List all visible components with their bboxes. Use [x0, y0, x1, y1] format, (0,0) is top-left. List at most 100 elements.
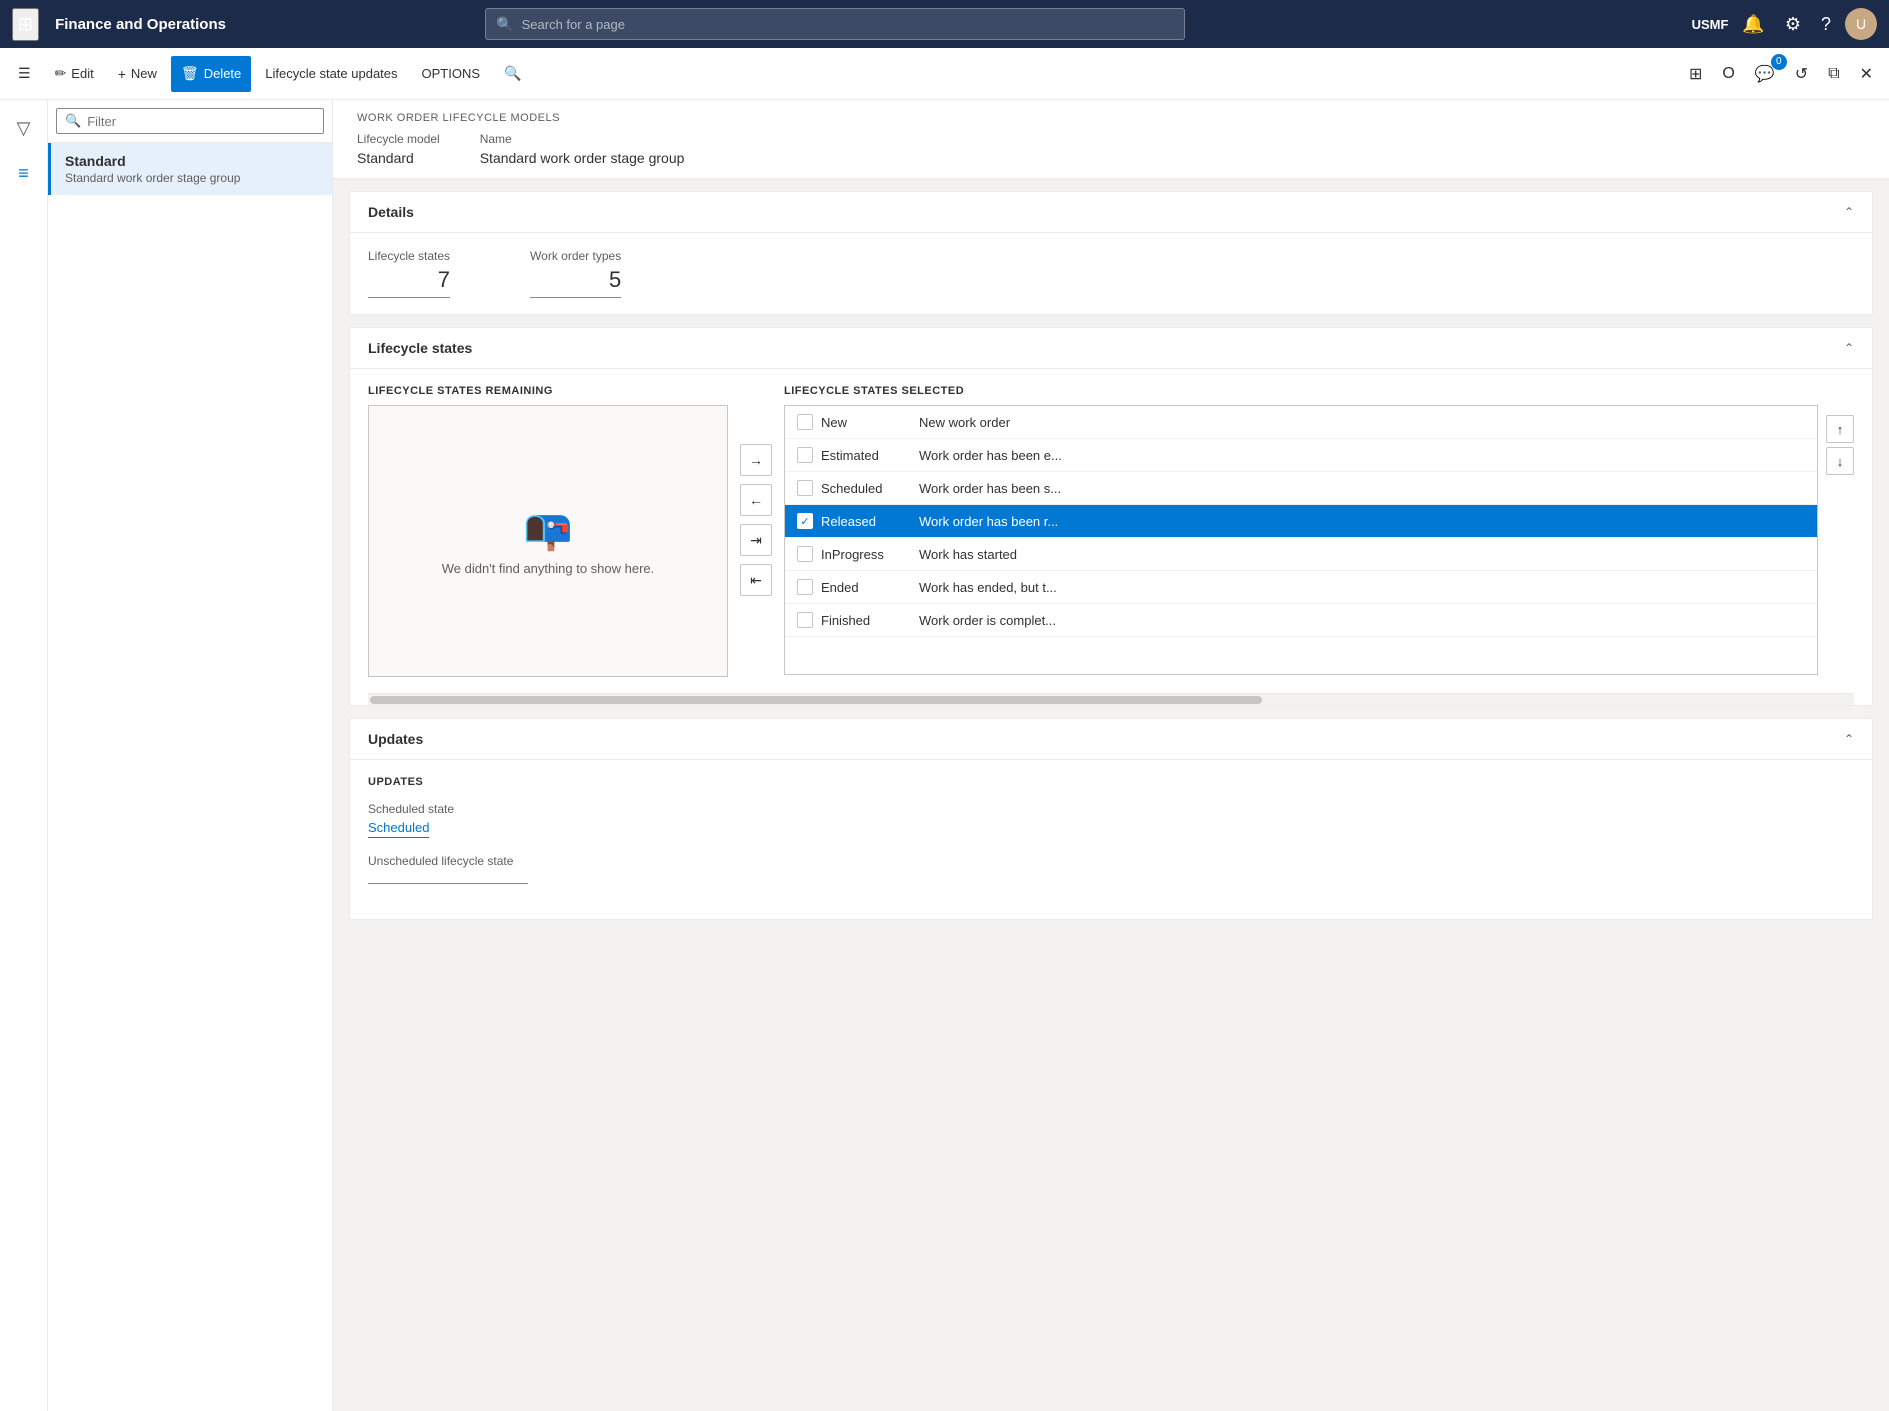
unscheduled-field: Unscheduled lifecycle state [368, 854, 1854, 887]
remove-from-selected-button[interactable]: ← [740, 484, 772, 516]
search-bar[interactable]: 🔍 [485, 8, 1185, 40]
scheduled-state-field: Scheduled state Scheduled [368, 802, 1854, 838]
plus-icon: + [118, 66, 126, 82]
sidebar-list-icon[interactable]: ≡ [8, 153, 39, 194]
page-header-fields: Lifecycle model Standard Name Standard w… [357, 132, 1865, 166]
lc-check-scheduled [797, 480, 813, 496]
updates-section-card: Updates ⌃ UPDATES Scheduled state Schedu… [349, 718, 1873, 920]
lc-desc-scheduled: Work order has been s... [919, 481, 1061, 496]
cmd-right-actions: ⊞ O 💬 0 ↺ ⧉ ✕ [1681, 58, 1881, 90]
command-bar: ☰ ✏ Edit + New 🗑 Delete Lifecycle state … [0, 48, 1889, 100]
lifecycle-columns: LIFECYCLE STATES REMAINING 📭 We didn't f… [368, 385, 1854, 677]
top-nav-bar: ⊞ Finance and Operations 🔍 USMF 🔔 ⚙ ? U [0, 0, 1889, 48]
left-sidebar: ▽ ≡ [0, 100, 48, 1411]
unscheduled-value[interactable] [368, 881, 528, 884]
office-icon[interactable]: O [1714, 59, 1742, 89]
scheduled-state-label: Scheduled state [368, 802, 1854, 816]
empty-box-text: We didn't find anything to show here. [442, 561, 655, 576]
lc-check-ended [797, 579, 813, 595]
lifecycle-empty-state: 📭 We didn't find anything to show here. [369, 406, 727, 676]
details-section-card: Details ⌃ Lifecycle states 7 Work order … [349, 191, 1873, 315]
new-button[interactable]: + New [108, 56, 167, 92]
edit-button[interactable]: ✏ Edit [45, 56, 104, 92]
lifecycle-selected-panel-inner: LIFECYCLE STATES SELECTED New New work o… [784, 385, 1818, 675]
lc-check-inprogress [797, 546, 813, 562]
lc-name-released: Released [821, 514, 911, 529]
notification-badge-wrap: 💬 0 [1747, 58, 1783, 90]
settings-gear-icon[interactable]: ⚙ [1779, 10, 1807, 39]
lifecycle-states-section-title: Lifecycle states [368, 340, 472, 356]
move-down-button[interactable]: ↓ [1826, 447, 1854, 475]
filter-input[interactable] [87, 114, 315, 129]
horizontal-scrollbar[interactable] [368, 693, 1854, 705]
power-bi-icon[interactable]: ⊞ [1681, 58, 1710, 90]
hamburger-menu-button[interactable]: ☰ [8, 56, 41, 92]
filter-area: 🔍 [48, 100, 332, 143]
lifecycle-chevron-up-icon: ⌃ [1844, 341, 1854, 355]
name-label: Name [480, 132, 685, 146]
close-icon[interactable]: ✕ [1852, 58, 1881, 90]
search-cmd-icon-glyph: 🔍 [504, 65, 521, 82]
new-window-icon[interactable]: ⧉ [1820, 59, 1847, 89]
options-button[interactable]: OPTIONS [412, 56, 491, 92]
avatar[interactable]: U [1845, 8, 1877, 40]
filter-input-wrap[interactable]: 🔍 [56, 108, 324, 134]
collapse-left-button[interactable]: ⇤ [740, 564, 772, 596]
lc-row-inprogress[interactable]: InProgress Work has started [785, 538, 1817, 571]
hamburger-icon: ☰ [18, 65, 31, 82]
lc-name-ended: Ended [821, 580, 911, 595]
notification-count-badge: 0 [1771, 54, 1787, 70]
details-section-header[interactable]: Details ⌃ [350, 192, 1872, 233]
list-item[interactable]: Standard Standard work order stage group [48, 143, 332, 195]
move-up-button[interactable]: ↑ [1826, 415, 1854, 443]
lc-row-released[interactable]: ✓ Released Work order has been r... [785, 505, 1817, 538]
delete-button[interactable]: 🗑 Delete [171, 56, 251, 92]
edit-pencil-icon: ✏ [55, 65, 67, 82]
name-field: Name Standard work order stage group [480, 132, 685, 166]
lifecycle-state-updates-button[interactable]: Lifecycle state updates [255, 56, 407, 92]
search-input[interactable] [522, 17, 1175, 32]
details-section-body: Lifecycle states 7 Work order types 5 [350, 233, 1872, 314]
search-cmd-icon[interactable]: 🔍 [494, 56, 531, 92]
app-grid-icon[interactable]: ⊞ [12, 8, 39, 41]
search-icon: 🔍 [496, 16, 513, 33]
new-label: New [131, 66, 157, 81]
lifecycle-model-value: Standard [357, 150, 414, 166]
page-header: WORK ORDER LIFECYCLE MODELS Lifecycle mo… [333, 100, 1889, 179]
lc-check-finished [797, 612, 813, 628]
refresh-icon[interactable]: ↺ [1787, 58, 1816, 90]
lifecycle-states-section-card: Lifecycle states ⌃ LIFECYCLE STATES REMA… [349, 327, 1873, 706]
help-question-icon[interactable]: ? [1815, 10, 1837, 39]
lc-row-new[interactable]: New New work order [785, 406, 1817, 439]
breadcrumb: WORK ORDER LIFECYCLE MODELS [357, 112, 1865, 124]
lc-row-estimated[interactable]: Estimated Work order has been e... [785, 439, 1817, 472]
updates-section-header[interactable]: Updates ⌃ [350, 719, 1872, 760]
expand-right-button[interactable]: ⇥ [740, 524, 772, 556]
notification-bell-icon[interactable]: 🔔 [1736, 10, 1770, 39]
lifecycle-states-label: Lifecycle states [368, 249, 450, 263]
lifecycle-remaining-panel: LIFECYCLE STATES REMAINING 📭 We didn't f… [368, 385, 728, 677]
selected-panel-label: LIFECYCLE STATES SELECTED [784, 385, 1818, 397]
delete-label: Delete [204, 66, 242, 81]
main-layout: ▽ ≡ 🔍 Standard Standard work order stage… [0, 100, 1889, 1411]
lc-name-inprogress: InProgress [821, 547, 911, 562]
lc-desc-estimated: Work order has been e... [919, 448, 1062, 463]
sidebar-filter-icon[interactable]: ▽ [7, 108, 41, 149]
lc-check-new [797, 414, 813, 430]
name-value: Standard work order stage group [480, 150, 685, 166]
lc-name-new: New [821, 415, 911, 430]
scheduled-state-value[interactable]: Scheduled [368, 820, 429, 838]
lc-name-finished: Finished [821, 613, 911, 628]
empty-box-icon: 📭 [523, 506, 573, 553]
lifecycle-states-section-header[interactable]: Lifecycle states ⌃ [350, 328, 1872, 369]
list-panel: 🔍 Standard Standard work order stage gro… [48, 100, 333, 1411]
add-to-selected-button[interactable]: → [740, 444, 772, 476]
details-grid: Lifecycle states 7 Work order types 5 [368, 249, 1854, 298]
lifecycle-remaining-box: 📭 We didn't find anything to show here. [368, 405, 728, 677]
list-item-title: Standard [65, 153, 318, 169]
lc-row-ended[interactable]: Ended Work has ended, but t... [785, 571, 1817, 604]
lc-desc-inprogress: Work has started [919, 547, 1017, 562]
work-order-types-label: Work order types [530, 249, 621, 263]
lc-row-scheduled[interactable]: Scheduled Work order has been s... [785, 472, 1817, 505]
lc-row-finished[interactable]: Finished Work order is complet... [785, 604, 1817, 637]
